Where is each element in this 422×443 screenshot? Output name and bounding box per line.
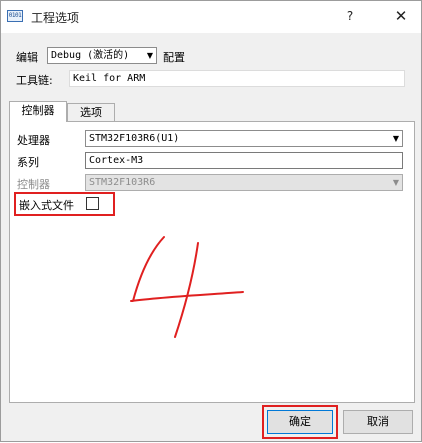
controller-select-value: STM32F103R6 [89, 177, 156, 188]
controller-select: STM32F103R6 ▼ [85, 174, 403, 191]
chevron-down-icon: ▼ [392, 134, 399, 143]
embedded-file-checkbox[interactable] [86, 197, 99, 210]
close-button[interactable]: ✕ [381, 2, 421, 30]
window-title: 工程选项 [31, 11, 80, 25]
edit-label: 编辑 [16, 51, 38, 64]
project-options-dialog: 0101 工程选项 ? ✕ 编辑 Debug (激活的) ▼ 配置 工具链: K… [0, 0, 422, 442]
title-bar[interactable]: 0101 工程选项 ? ✕ [1, 1, 421, 33]
app-icon: 0101 [7, 10, 23, 22]
chevron-down-icon: ▼ [146, 51, 153, 60]
cancel-button[interactable]: 取消 [343, 410, 413, 434]
toolchain-field[interactable]: Keil for ARM [69, 70, 405, 87]
chevron-down-icon: ▼ [392, 178, 399, 187]
processor-select-value: STM32F103R6(U1) [89, 133, 180, 144]
series-field[interactable]: Cortex-M3 [85, 152, 403, 169]
processor-select[interactable]: STM32F103R6(U1) ▼ [85, 130, 403, 147]
embedded-file-label: 嵌入式文件 [19, 199, 74, 212]
help-button[interactable]: ? [337, 2, 363, 30]
series-label: 系列 [17, 156, 39, 169]
processor-label: 处理器 [17, 134, 50, 147]
ok-button[interactable]: 确定 [267, 410, 333, 434]
config-select-value: Debug (激活的) [51, 50, 130, 61]
config-select[interactable]: Debug (激活的) ▼ [47, 47, 157, 64]
tab-controller[interactable]: 控制器 [9, 101, 67, 122]
toolchain-label: 工具链: [16, 74, 53, 87]
config-label: 配置 [163, 51, 185, 64]
controller-label: 控制器 [17, 178, 50, 191]
tab-options[interactable]: 选项 [67, 103, 115, 122]
